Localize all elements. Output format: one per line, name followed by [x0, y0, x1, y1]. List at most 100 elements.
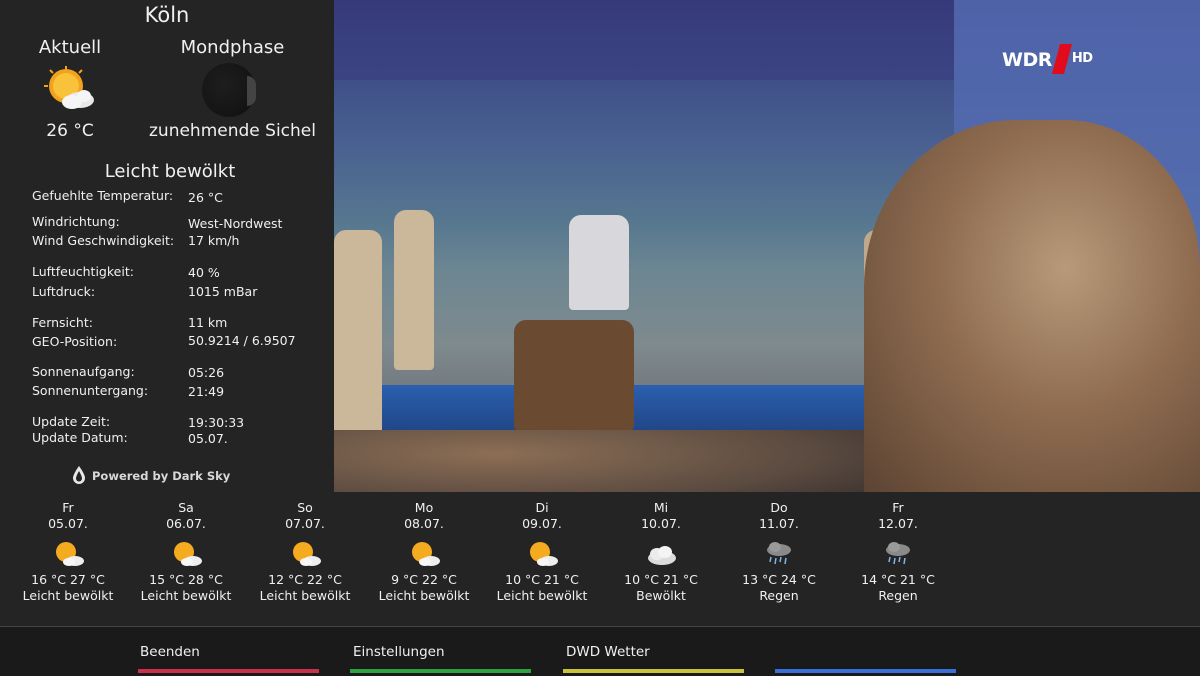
forecast-temperatures: 12 °C 22 °C: [268, 572, 342, 587]
partly-cloudy-icon: [293, 542, 321, 566]
forecast-weekday: Mi: [653, 500, 669, 515]
powered-by-dark-sky: Powered by Dark Sky: [72, 466, 230, 484]
current-condition: Leicht bewölkt: [104, 161, 236, 182]
forecast-temperatures: 14 °C 21 °C: [861, 572, 935, 587]
partly-cloudy-icon: [174, 542, 202, 566]
detail-label: Gefuehlte Temperatur:: [32, 188, 174, 203]
forecast-weekday: So: [297, 500, 313, 515]
forecast-date: 06.07.: [166, 516, 206, 531]
forecast-date: 12.07.: [878, 516, 918, 531]
dark-sky-logo-icon: [73, 466, 85, 484]
performer: [569, 215, 629, 310]
forecast-temperatures: 10 °C 21 °C: [505, 572, 579, 587]
forecast-temperatures: 13 °C 24 °C: [742, 572, 816, 587]
forecast-day: Fr 12.07. 14 °C 21 °C Regen: [838, 500, 958, 604]
detail-label: Fernsicht:: [32, 315, 93, 330]
rain-icon: [767, 542, 791, 565]
forecast-condition: Leicht bewölkt: [140, 588, 232, 603]
detail-value: 21:49: [188, 384, 225, 399]
tv-video-preview: WDR HD: [334, 0, 1200, 492]
detail-label: Luftdruck:: [32, 284, 96, 299]
forecast-date: 08.07.: [404, 516, 444, 531]
current-label: Aktuell: [38, 37, 102, 58]
channel-logo: WDR HD: [1002, 44, 1093, 74]
performer: [394, 210, 434, 370]
rain-icon: [886, 542, 910, 565]
red-key-indicator: [138, 669, 319, 673]
forecast-date: 10.07.: [641, 516, 681, 531]
detail-value: 05:26: [188, 365, 225, 380]
forecast-temperatures: 9 °C 22 °C: [391, 572, 457, 587]
partly-cloudy-icon: [56, 542, 84, 566]
yellow-key-indicator: [563, 669, 744, 673]
forecast-day: Fr 05.07. 16 °C 27 °C Leicht bewölkt: [8, 500, 128, 604]
forecast-day: Di 09.07. 10 °C 21 °C Leicht bewölkt: [482, 500, 602, 604]
forecast-day: Do 11.07. 13 °C 24 °C Regen: [719, 500, 839, 604]
cloudy-icon: [648, 546, 676, 565]
forecast-condition: Regen: [878, 588, 918, 603]
detail-value: 11 km: [188, 315, 228, 330]
green-key-indicator: [350, 669, 531, 673]
forecast-day: Mo 08.07. 9 °C 22 °C Leicht bewölkt: [364, 500, 484, 604]
detail-label: Luftfeuchtigkeit:: [32, 264, 134, 279]
stage-screen: [334, 0, 954, 80]
moon-sickle-highlight: [247, 76, 256, 106]
detail-value: 05.07.: [188, 431, 228, 446]
forecast-day: So 07.07. 12 °C 22 °C Leicht bewölkt: [245, 500, 365, 604]
forecast-day: Mi 10.07. 10 °C 21 °C Bewölkt: [601, 500, 721, 604]
forecast-weekday: Di: [535, 500, 549, 515]
forecast-weekday: Sa: [178, 500, 194, 515]
forecast-date: 05.07.: [48, 516, 88, 531]
forecast-temperatures: 10 °C 21 °C: [624, 572, 698, 587]
detail-label: Wind Geschwindigkeit:: [32, 233, 175, 248]
forecast-condition: Bewölkt: [636, 588, 686, 603]
detail-value: 26 °C: [188, 190, 223, 205]
forecast-day: Sa 06.07. 15 °C 28 °C Leicht bewölkt: [126, 500, 246, 604]
forecast-date: 07.07.: [285, 516, 325, 531]
piano: [514, 320, 634, 430]
detail-value: 1015 mBar: [188, 284, 258, 299]
detail-value: 17 km/h: [188, 233, 240, 248]
channel-logo-bar: [1051, 44, 1072, 74]
detail-label: Update Datum:: [32, 430, 128, 445]
detail-label: Update Zeit:: [32, 414, 111, 429]
forecast-condition: Leicht bewölkt: [259, 588, 351, 603]
performer: [334, 230, 382, 440]
forecast-strip: Fr 05.07. 16 °C 27 °C Leicht bewölkt Sa …: [0, 492, 1200, 626]
forecast-weekday: Fr: [892, 500, 904, 515]
detail-value: West-Nordwest: [188, 216, 283, 231]
blue-key-indicator: [775, 669, 956, 673]
partly-cloudy-icon: [530, 542, 558, 566]
moon-phase-label: Mondphase: [180, 37, 285, 58]
color-button-bar: Beenden Einstellungen DWD Wetter: [0, 626, 1200, 676]
detail-label: Sonnenaufgang:: [32, 364, 135, 379]
detail-label: Windrichtung:: [32, 214, 120, 229]
forecast-temperatures: 15 °C 28 °C: [149, 572, 223, 587]
forecast-condition: Leicht bewölkt: [496, 588, 588, 603]
current-temperature: 26 °C: [46, 121, 94, 141]
forecast-weekday: Do: [770, 500, 788, 515]
detail-label: GEO-Position:: [32, 334, 118, 349]
moon-phase-text: zunehmende Sichel: [149, 121, 316, 141]
partly-cloudy-icon: [412, 542, 440, 566]
forecast-condition: Regen: [759, 588, 799, 603]
forecast-temperatures: 16 °C 27 °C: [31, 572, 105, 587]
detail-value: 19:30:33: [188, 415, 245, 430]
forecast-condition: Leicht bewölkt: [22, 588, 114, 603]
forecast-condition: Leicht bewölkt: [378, 588, 470, 603]
forecast-weekday: Mo: [414, 500, 434, 515]
crowd-head: [864, 120, 1200, 492]
green-button-einstellungen[interactable]: Einstellungen: [353, 644, 445, 660]
forecast-weekday: Fr: [62, 500, 74, 515]
forecast-date: 09.07.: [522, 516, 562, 531]
partly-cloudy-icon: [44, 66, 94, 109]
channel-hd-badge: HD: [1071, 51, 1093, 66]
crowd: [334, 430, 874, 492]
detail-value: 50.9214 / 6.9507: [188, 333, 296, 348]
powered-by-text: Powered by Dark Sky: [92, 469, 231, 483]
yellow-button-dwd-wetter[interactable]: DWD Wetter: [566, 644, 650, 660]
city-name: Köln: [144, 3, 190, 27]
forecast-date: 11.07.: [759, 516, 799, 531]
red-button-beenden[interactable]: Beenden: [140, 644, 200, 660]
weather-panel: Köln Aktuell Mondphase 26 °C zunehmende …: [0, 0, 334, 492]
